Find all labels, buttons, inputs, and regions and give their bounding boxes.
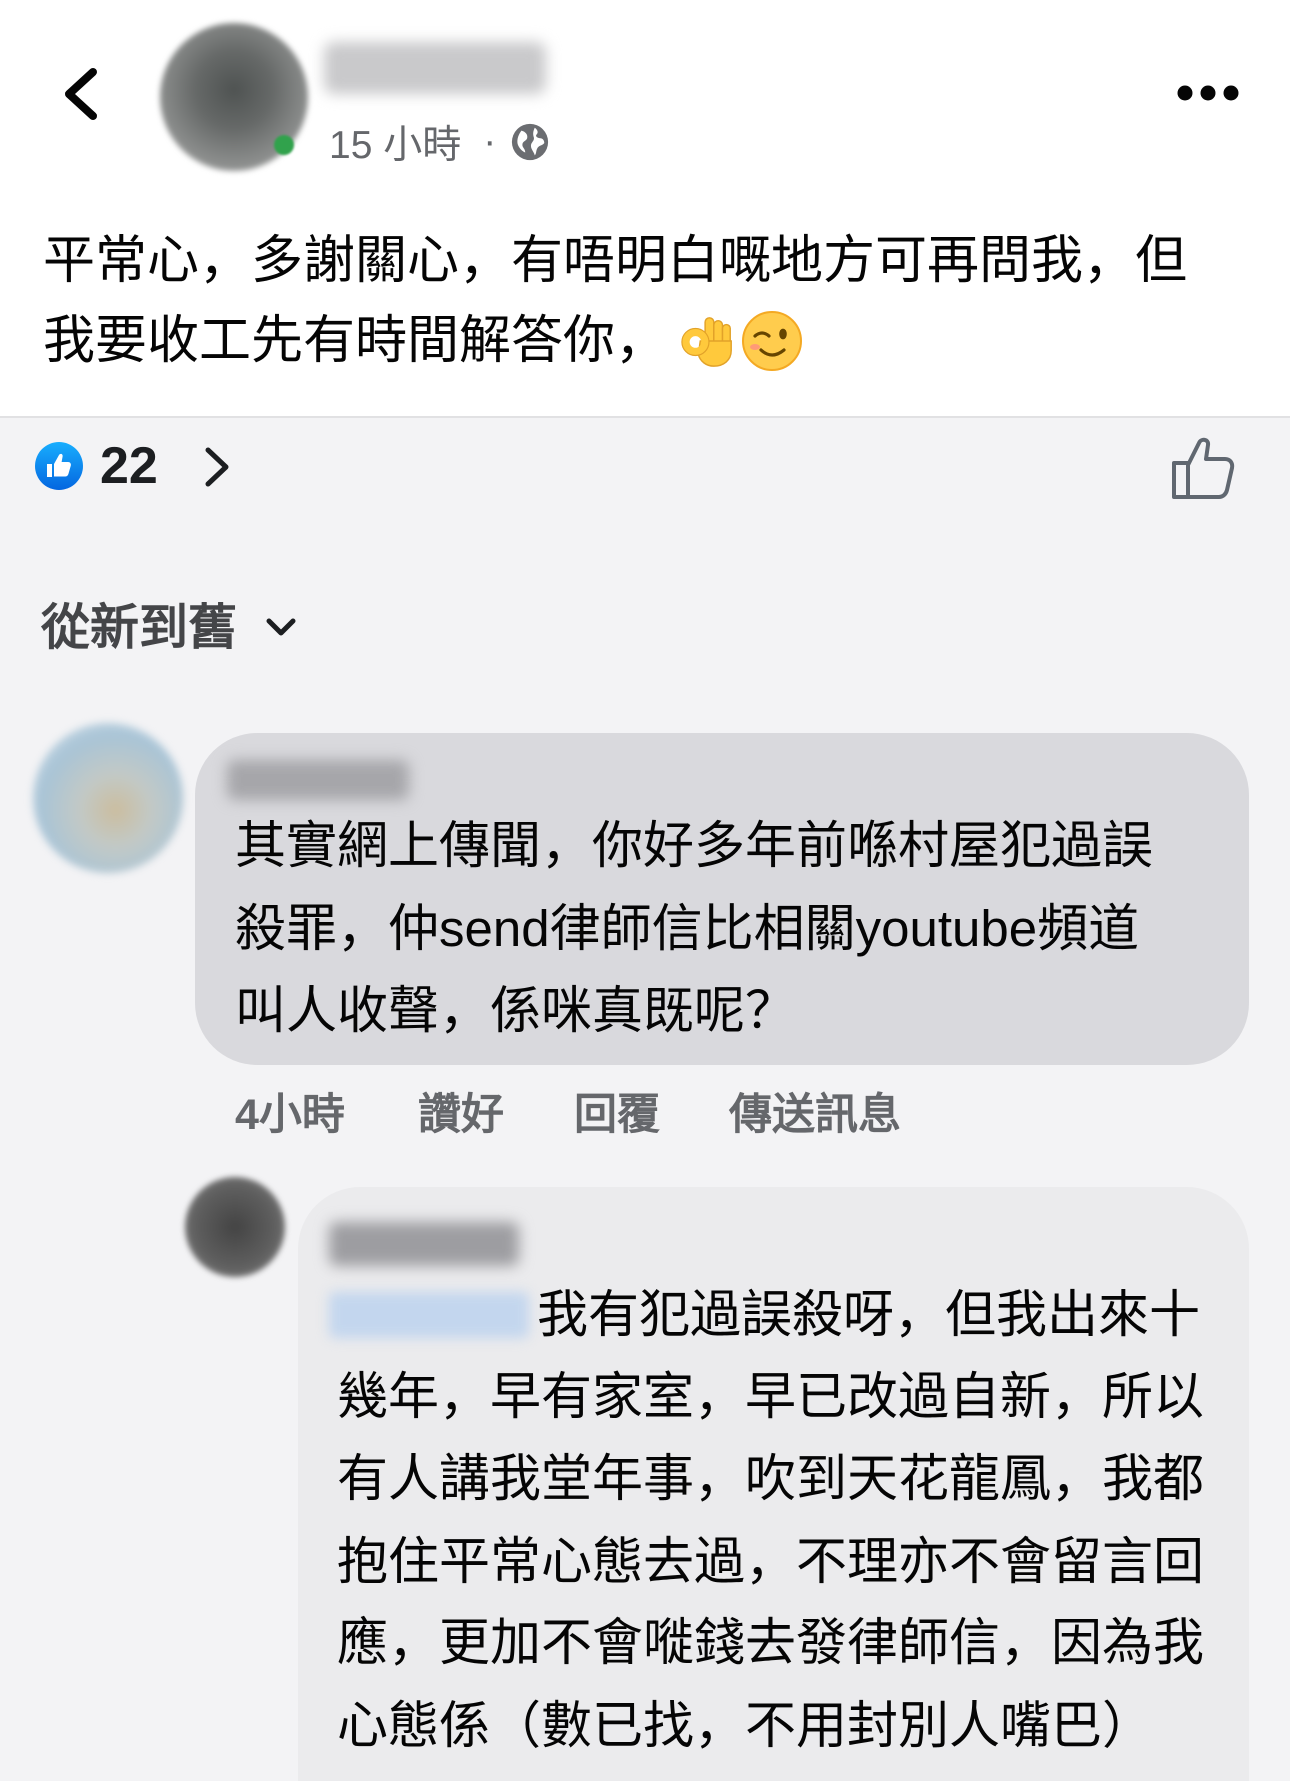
reply-text-line: 我有犯過誤殺呀，但我出來十 bbox=[537, 1286, 1201, 1343]
chevron-right-icon[interactable] bbox=[198, 444, 234, 490]
comment-text-line: 殺罪，仲send律師信比相關youtube頻道 bbox=[235, 900, 1140, 957]
commenter-name-redacted[interactable] bbox=[227, 760, 409, 800]
post-detail-page: 15 小時 · 平常心，多謝關心，有唔明白嘅地方可再問我，但 我要收工先有時間解… bbox=[0, 0, 1290, 1781]
commenter-avatar[interactable] bbox=[33, 723, 183, 873]
reply-text-line: 有人講我堂年事，吹到天花龍鳳，我都 bbox=[337, 1450, 1205, 1507]
post-meta: 15 小時 · bbox=[329, 118, 550, 167]
comment-text-line: 其實網上傳聞，你好多年前喺村屋犯過誤 bbox=[235, 817, 1154, 874]
reply-author-name-redacted[interactable] bbox=[329, 1222, 519, 1266]
chevron-down-icon bbox=[266, 618, 296, 636]
reply-text-line: 抱住平常心態去過，不理亦不會留言回 bbox=[337, 1533, 1205, 1590]
winking-face-emoji-icon bbox=[742, 311, 803, 371]
online-status-dot bbox=[274, 135, 294, 155]
ok-hand-emoji-icon bbox=[681, 317, 732, 367]
thumbs-up-outline-icon[interactable] bbox=[1168, 433, 1238, 503]
reply-text-line: 幾年，早有家室，早已改過自新，所以 bbox=[337, 1368, 1205, 1425]
mention-tag-redacted[interactable] bbox=[329, 1292, 529, 1338]
author-name-redacted[interactable] bbox=[324, 42, 546, 94]
like-reaction-icon[interactable] bbox=[34, 441, 84, 491]
globe-icon[interactable] bbox=[510, 122, 550, 162]
sort-label: 從新到舊 bbox=[41, 601, 238, 655]
comment-like-button[interactable]: 讚好 bbox=[418, 1090, 504, 1140]
meta-separator: · bbox=[483, 120, 497, 163]
back-chevron-icon[interactable] bbox=[55, 64, 105, 124]
comment-timestamp[interactable]: 4小時 bbox=[235, 1090, 345, 1140]
post-timestamp[interactable]: 15 小時 bbox=[329, 114, 461, 170]
post-divider bbox=[0, 416, 1290, 418]
reply-text-line: 應，更加不會嘥錢去發律師信，因為我 bbox=[337, 1614, 1205, 1671]
comment-send-message-button[interactable]: 傳送訊息 bbox=[729, 1090, 901, 1140]
post-text-line-with-emojis: 我要收工先有時間解答你， bbox=[43, 301, 803, 381]
more-options-icon[interactable] bbox=[1176, 80, 1240, 106]
comment-text-line: 叫人收聲，係咪真既呢？ bbox=[235, 982, 797, 1039]
comments-sort-dropdown[interactable]: 從新到舊 bbox=[41, 598, 299, 658]
post-text-line: 我要收工先有時間解答你， bbox=[43, 312, 668, 370]
reply-author-avatar[interactable] bbox=[185, 1177, 285, 1277]
reaction-count[interactable]: 22 bbox=[100, 436, 158, 496]
reply-text-line: 心態係（數已找，不用封別人嘴巴） bbox=[337, 1697, 1154, 1754]
comment-reply-button[interactable]: 回覆 bbox=[574, 1090, 660, 1140]
post-text-line: 平常心，多謝關心，有唔明白嘅地方可再問我，但 bbox=[43, 232, 1188, 290]
